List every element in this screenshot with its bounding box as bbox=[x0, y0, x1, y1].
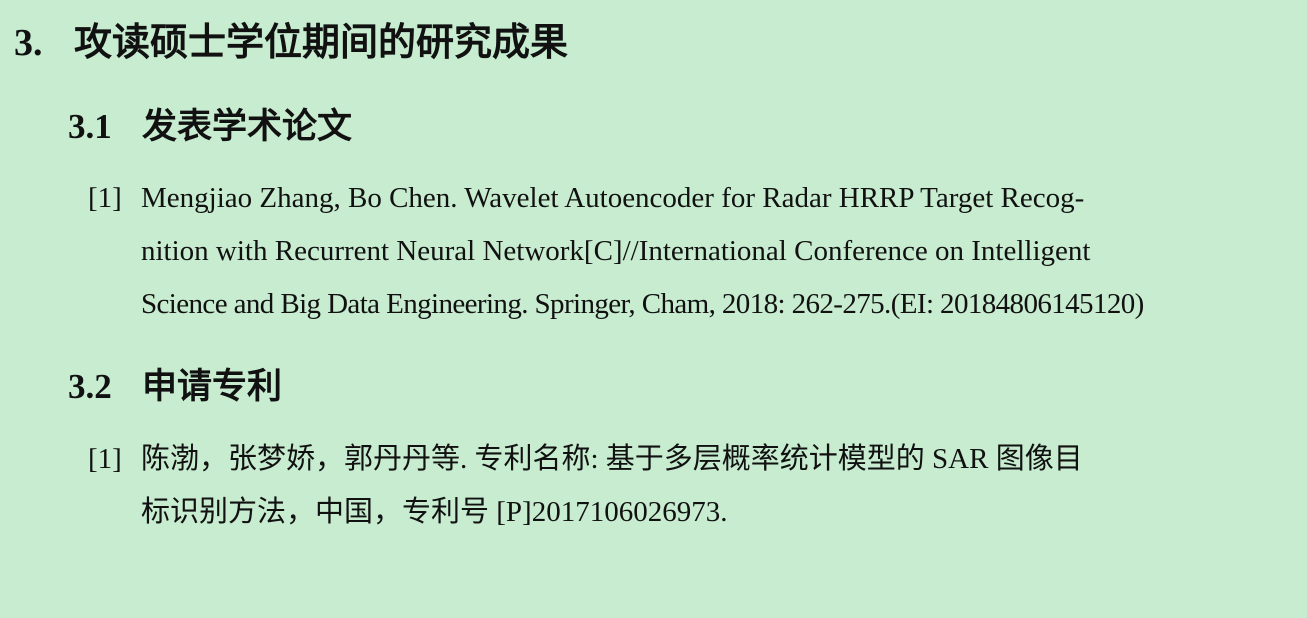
paper-reference: [1] Mengjiao Zhang, Bo Chen. Wavelet Aut… bbox=[88, 172, 1298, 331]
section-title: 攻读硕士学位期间的研究成果 bbox=[74, 22, 569, 64]
section-heading: 3. 攻读硕士学位期间的研究成果 bbox=[14, 18, 568, 68]
reference-line: nition with Recurrent Neural Network[C]/… bbox=[141, 235, 1091, 267]
subsection-number-patents: 3.2 bbox=[68, 367, 112, 406]
subsection-number-papers: 3.1 bbox=[68, 107, 112, 146]
reference-line: 陈渤，张梦娇，郭丹丹等. 专利名称: 基于多层概率统计模型的 SAR 图像目 bbox=[141, 443, 1083, 475]
subsection-heading-papers: 3.1 发表学术论文 bbox=[68, 104, 352, 150]
subsection-title-papers: 发表学术论文 bbox=[142, 107, 353, 146]
subsection-heading-patents: 3.2 申请专利 bbox=[68, 364, 282, 410]
reference-line: 标识别方法，中国，专利号 [P]2017106026973. bbox=[141, 496, 728, 528]
subsection-title-patents: 申请专利 bbox=[142, 367, 283, 406]
patent-reference: [1] 陈渤，张梦娇，郭丹丹等. 专利名称: 基于多层概率统计模型的 SAR 图… bbox=[88, 433, 1298, 539]
reference-line: Mengjiao Zhang, Bo Chen. Wavelet Autoenc… bbox=[141, 182, 1085, 214]
reference-line: Science and Big Data Engineering. Spring… bbox=[141, 288, 1144, 320]
reference-index: [1] bbox=[88, 182, 122, 214]
thesis-page: 3. 攻读硕士学位期间的研究成果 3.1 发表学术论文 [1] Mengjiao Z… bbox=[0, 0, 1307, 618]
reference-index: [1] bbox=[88, 443, 122, 475]
section-number: 3. bbox=[14, 22, 43, 64]
